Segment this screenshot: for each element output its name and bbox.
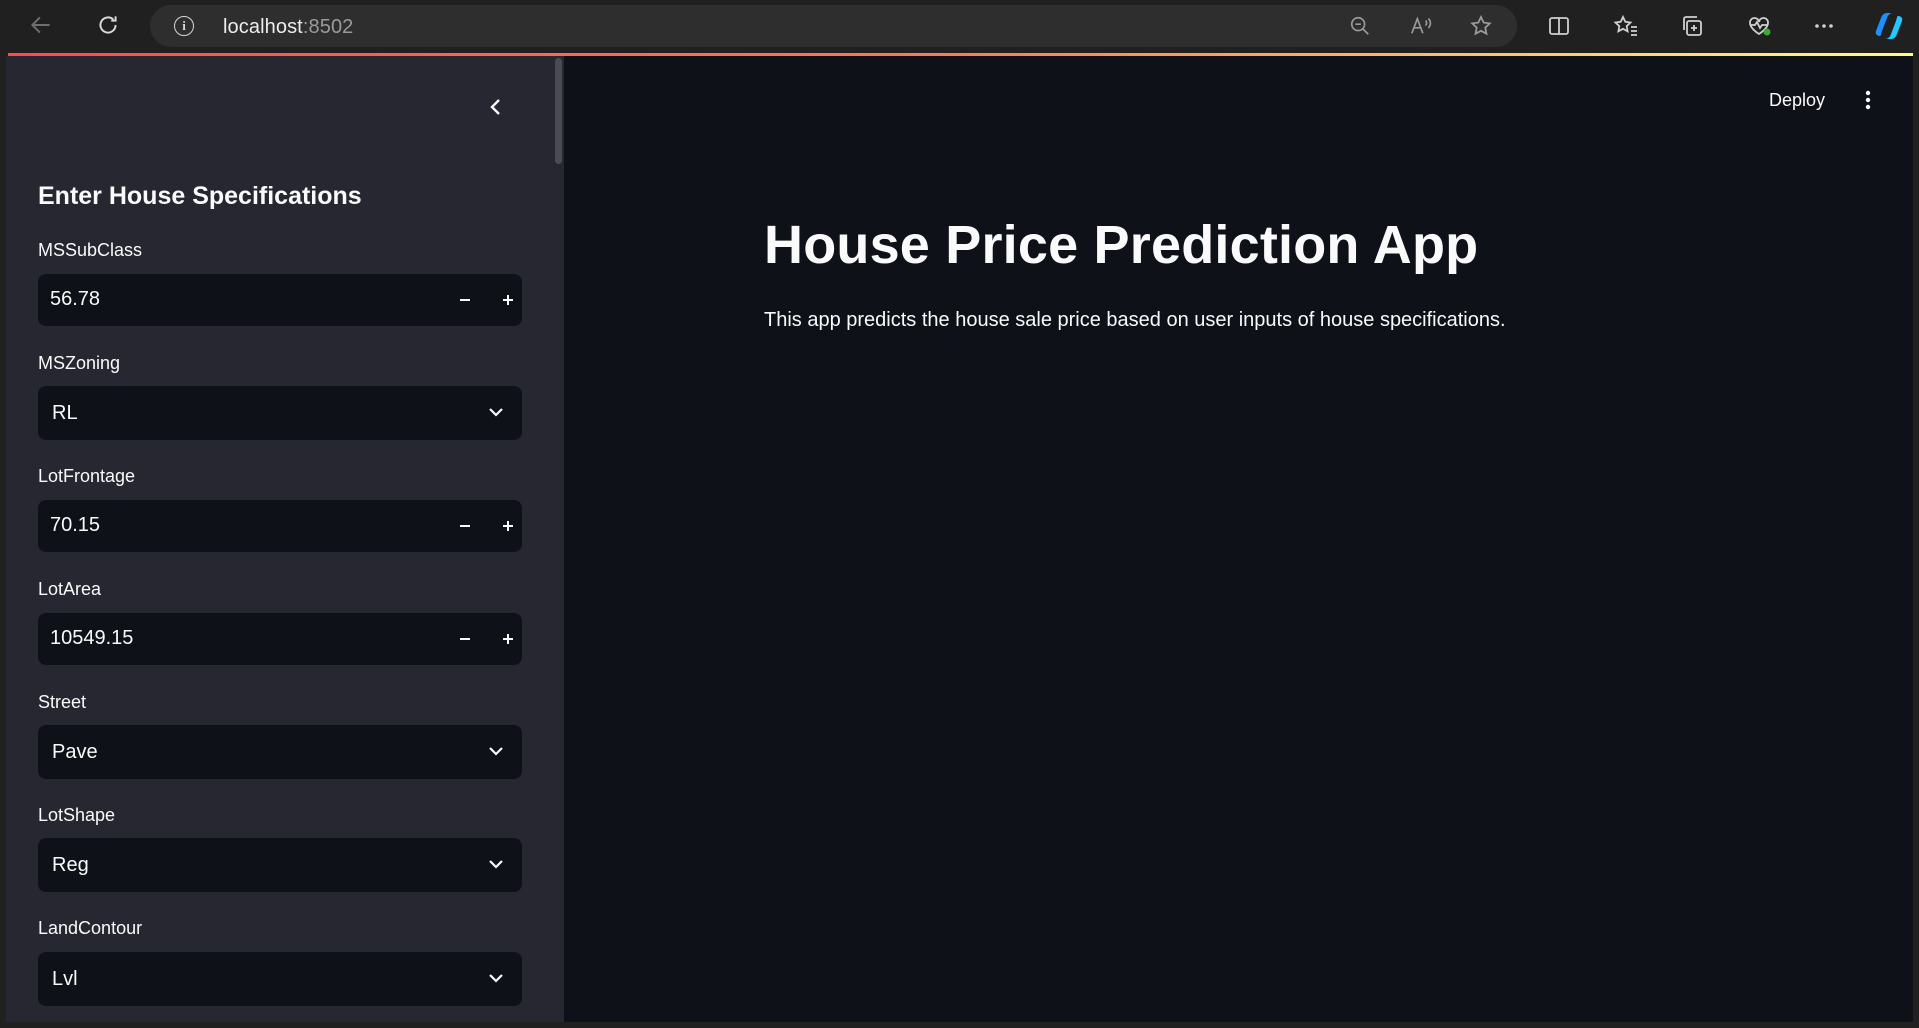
page-description: This app predicts the house sale price b… — [764, 309, 1506, 331]
mszoning-selected-value: RL — [52, 402, 78, 424]
copilot-icon[interactable] — [1871, 9, 1907, 43]
sidebar-scrollbar[interactable] — [555, 58, 562, 164]
street-select[interactable]: Pave — [38, 725, 522, 779]
back-arrow-icon[interactable] — [26, 10, 56, 40]
mssubclass-value[interactable]: 56.78 — [50, 288, 100, 311]
deploy-button[interactable]: Deploy — [1769, 90, 1825, 111]
mssubclass-decrement-button[interactable] — [450, 285, 480, 315]
favorites-icon[interactable] — [1611, 11, 1641, 41]
sidebar-title: Enter House Specifications — [38, 182, 362, 210]
mssubclass-increment-button[interactable] — [493, 285, 523, 315]
chevron-down-icon — [484, 739, 508, 763]
streamlit-app: Enter House Specifications MSSubClass 56… — [6, 56, 1913, 1022]
browser-essentials-icon[interactable] — [1744, 11, 1774, 41]
mssubclass-label: MSSubClass — [38, 240, 143, 260]
page-title: House Price Prediction App — [764, 215, 1479, 275]
address-bar[interactable]: i localhost:8502 — [150, 5, 1517, 47]
lotshape-select[interactable]: Reg — [38, 838, 522, 892]
street-selected-value: Pave — [52, 741, 98, 763]
refresh-icon[interactable] — [93, 10, 123, 40]
more-menu-icon[interactable] — [1809, 11, 1839, 41]
read-aloud-icon[interactable] — [1408, 14, 1434, 38]
lotarea-decrement-button[interactable] — [450, 624, 480, 654]
lotfrontage-label: LotFrontage — [38, 466, 136, 486]
landcontour-label: LandContour — [38, 918, 143, 938]
chevron-down-icon — [484, 852, 508, 876]
zoom-out-icon[interactable] — [1347, 14, 1373, 38]
lotarea-increment-button[interactable] — [493, 624, 523, 654]
split-screen-icon[interactable] — [1544, 11, 1574, 41]
lotfrontage-value[interactable]: 70.15 — [50, 514, 100, 537]
url-text[interactable]: localhost:8502 — [223, 16, 353, 39]
chevron-down-icon — [484, 400, 508, 424]
lotshape-selected-value: Reg — [52, 854, 89, 876]
collections-icon[interactable] — [1677, 11, 1707, 41]
site-info-icon[interactable]: i — [174, 16, 194, 36]
lotfrontage-number-input[interactable]: 70.15 — [38, 500, 522, 552]
chevron-down-icon — [484, 966, 508, 990]
lotarea-value[interactable]: 10549.15 — [50, 627, 133, 650]
lotfrontage-increment-button[interactable] — [493, 511, 523, 541]
mszoning-select[interactable]: RL — [38, 386, 522, 440]
lotshape-label: LotShape — [38, 805, 116, 825]
favorite-star-icon[interactable] — [1468, 14, 1494, 38]
main-menu-icon[interactable] — [1856, 88, 1880, 112]
landcontour-selected-value: Lvl — [52, 968, 78, 990]
sidebar: Enter House Specifications MSSubClass 56… — [6, 56, 564, 1022]
mssubclass-number-input[interactable]: 56.78 — [38, 274, 522, 326]
lotarea-label: LotArea — [38, 579, 102, 599]
street-label: Street — [38, 692, 87, 712]
collapse-sidebar-chevron-left-icon[interactable] — [485, 92, 507, 122]
lotfrontage-decrement-button[interactable] — [450, 511, 480, 541]
lotarea-number-input[interactable]: 10549.15 — [38, 613, 522, 665]
browser-toolbar: i localhost:8502 — [0, 0, 1919, 52]
mszoning-label: MSZoning — [38, 353, 121, 373]
landcontour-select[interactable]: Lvl — [38, 952, 522, 1006]
